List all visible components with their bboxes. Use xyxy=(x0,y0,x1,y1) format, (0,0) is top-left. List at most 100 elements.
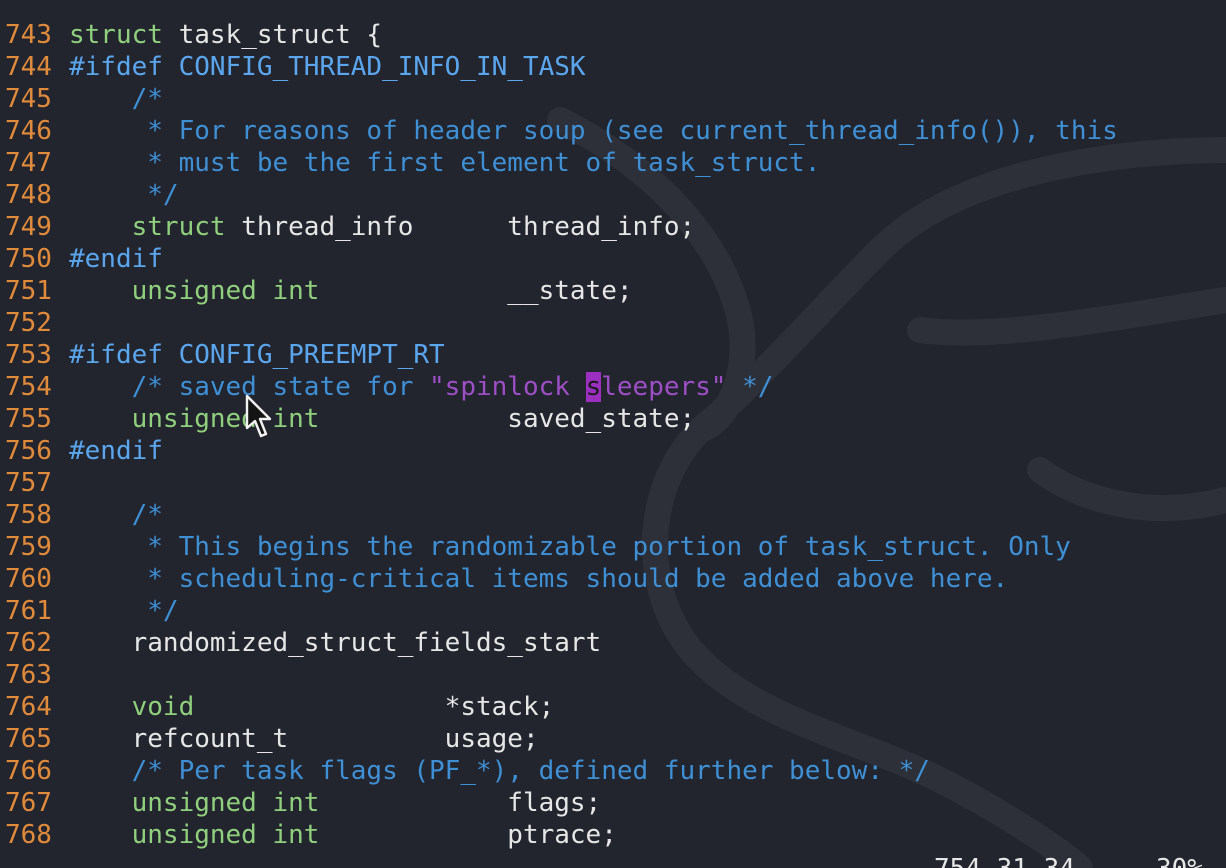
line-number: 751 xyxy=(5,276,52,306)
line-number: 749 xyxy=(5,212,52,242)
line-number: 765 xyxy=(5,724,52,754)
editor-window: ' 743 struct task_struct {744 #ifdef CONFI… xyxy=(0,0,1226,868)
code-line[interactable]: 764 void *stack; xyxy=(0,691,1226,723)
code-token: randomized_struct_fields_start xyxy=(69,628,602,658)
line-content[interactable]: #ifdef CONFIG_THREAD_INFO_IN_TASK xyxy=(69,51,586,83)
line-content[interactable]: * must be the first element of task_stru… xyxy=(69,147,820,179)
line-content[interactable]: unsigned int ptrace; xyxy=(69,819,617,851)
mouse-pointer-icon xyxy=(245,394,272,438)
line-content[interactable]: struct task_struct { xyxy=(69,19,382,51)
code-token: thread_info thread_info; xyxy=(241,212,696,242)
code-line[interactable]: 767 unsigned int flags; xyxy=(0,787,1226,819)
code-line[interactable]: 758 /* xyxy=(0,499,1226,531)
line-content[interactable]: void *stack; xyxy=(69,691,555,723)
code-line[interactable]: 763 xyxy=(0,659,1226,691)
line-content[interactable]: unsigned int __state; xyxy=(69,275,633,307)
code-token: */ xyxy=(69,180,179,210)
line-content[interactable]: refcount_t usage; xyxy=(69,723,539,755)
line-content[interactable]: #endif xyxy=(69,243,163,275)
code-line[interactable]: 757 xyxy=(0,467,1226,499)
line-content[interactable]: * scheduling-critical items should be ad… xyxy=(69,563,1008,595)
code-token: /* xyxy=(69,500,163,530)
line-number: 745 xyxy=(5,84,52,114)
line-number: 752 xyxy=(5,308,52,338)
code-line[interactable]: 752 xyxy=(0,307,1226,339)
scroll-percentage: 30% xyxy=(1156,853,1203,868)
code-token: refcount_t usage; xyxy=(69,724,539,754)
code-token: #ifdef CONFIG_PREEMPT_RT xyxy=(69,340,445,370)
code-line[interactable]: 749 struct thread_info thread_info; xyxy=(0,211,1226,243)
line-number: 768 xyxy=(5,820,52,850)
window-top-edge: ' xyxy=(0,0,1226,2)
code-token: */ xyxy=(726,372,774,402)
line-content[interactable]: randomized_struct_fields_start xyxy=(69,627,602,659)
code-token: struct xyxy=(69,20,179,50)
code-token: */ xyxy=(69,596,179,626)
code-line[interactable]: 753 #ifdef CONFIG_PREEMPT_RT xyxy=(0,339,1226,371)
line-content[interactable]: #ifdef CONFIG_PREEMPT_RT xyxy=(69,339,445,371)
code-token: #endif xyxy=(69,244,163,274)
line-number: 761 xyxy=(5,596,52,626)
code-token: * This begins the randomizable portion o… xyxy=(69,532,1071,562)
code-token: void xyxy=(69,692,195,722)
code-line[interactable]: 756 #endif xyxy=(0,435,1226,467)
code-token: * must be the first element of task_stru… xyxy=(69,148,821,178)
line-number: 758 xyxy=(5,500,52,530)
status-line: 754,31-34 30% xyxy=(0,851,1226,868)
line-content[interactable]: */ xyxy=(69,595,179,627)
code-line[interactable]: 743 struct task_struct { xyxy=(0,19,1226,51)
line-content[interactable]: unsigned int flags; xyxy=(69,787,602,819)
code-line[interactable]: 754 /* saved state for "spinlock sleeper… xyxy=(0,371,1226,403)
line-number: 763 xyxy=(5,660,52,690)
code-token: unsigned int xyxy=(69,788,320,818)
line-content[interactable]: /* xyxy=(69,83,163,115)
code-line[interactable]: 747 * must be the first element of task_… xyxy=(0,147,1226,179)
code-token: saved_state; xyxy=(319,404,696,434)
code-line[interactable]: 745 /* xyxy=(0,83,1226,115)
line-content[interactable]: * This begins the randomizable portion o… xyxy=(69,531,1071,563)
line-number: 755 xyxy=(5,404,52,434)
code-line[interactable]: 768 unsigned int ptrace; xyxy=(0,819,1226,851)
line-number: 744 xyxy=(5,52,52,82)
line-number: 759 xyxy=(5,532,52,562)
code-token: ptrace; xyxy=(319,820,617,850)
line-content[interactable]: /* saved state for "spinlock sleepers" *… xyxy=(69,371,773,403)
code-line[interactable]: 765 refcount_t usage; xyxy=(0,723,1226,755)
line-content[interactable]: /* xyxy=(69,499,163,531)
line-number: 762 xyxy=(5,628,52,658)
line-content[interactable]: * For reasons of header soup (see curren… xyxy=(69,115,1118,147)
code-token: *stack; xyxy=(194,692,555,722)
code-buffer[interactable]: 743 struct task_struct {744 #ifdef CONFIG_… xyxy=(0,19,1226,851)
code-line[interactable]: 755 unsigned int saved_state; xyxy=(0,403,1226,435)
code-line[interactable]: 762 randomized_struct_fields_start xyxy=(0,627,1226,659)
code-token: * scheduling-critical items should be ad… xyxy=(69,564,1009,594)
top-edge-glyph: ' xyxy=(427,0,440,2)
code-line[interactable]: 750 #endif xyxy=(0,243,1226,275)
line-content[interactable]: #endif xyxy=(69,435,163,467)
line-number: 747 xyxy=(5,148,52,178)
line-content[interactable]: struct thread_info thread_info; xyxy=(69,211,696,243)
cursor-position: 754,31-34 xyxy=(934,853,1075,868)
code-line[interactable]: 748 */ xyxy=(0,179,1226,211)
line-number: 764 xyxy=(5,692,52,722)
line-number: 756 xyxy=(5,436,52,466)
code-line[interactable]: 751 unsigned int __state; xyxy=(0,275,1226,307)
code-line[interactable]: 744 #ifdef CONFIG_THREAD_INFO_IN_TASK xyxy=(0,51,1226,83)
code-line[interactable]: 766 /* Per task flags (PF_*), defined fu… xyxy=(0,755,1226,787)
line-content[interactable]: */ xyxy=(69,179,179,211)
code-token: * For reasons of header soup (see curren… xyxy=(69,116,1118,146)
code-line[interactable]: 760 * scheduling-critical items should b… xyxy=(0,563,1226,595)
code-token: /* xyxy=(69,84,163,114)
code-token: struct xyxy=(69,212,242,242)
line-number: 746 xyxy=(5,116,52,146)
code-line[interactable]: 759 * This begins the randomizable porti… xyxy=(0,531,1226,563)
code-line[interactable]: 746 * For reasons of header soup (see cu… xyxy=(0,115,1226,147)
code-token: flags; xyxy=(319,788,602,818)
code-token: __state; xyxy=(319,276,633,306)
line-number: 766 xyxy=(5,756,52,786)
code-token: /* Per task flags (PF_*), defined furthe… xyxy=(69,756,930,786)
code-line[interactable]: 761 */ xyxy=(0,595,1226,627)
line-content[interactable]: unsigned int saved_state; xyxy=(69,403,696,435)
line-content[interactable]: /* Per task flags (PF_*), defined furthe… xyxy=(69,755,930,787)
line-number: 767 xyxy=(5,788,52,818)
